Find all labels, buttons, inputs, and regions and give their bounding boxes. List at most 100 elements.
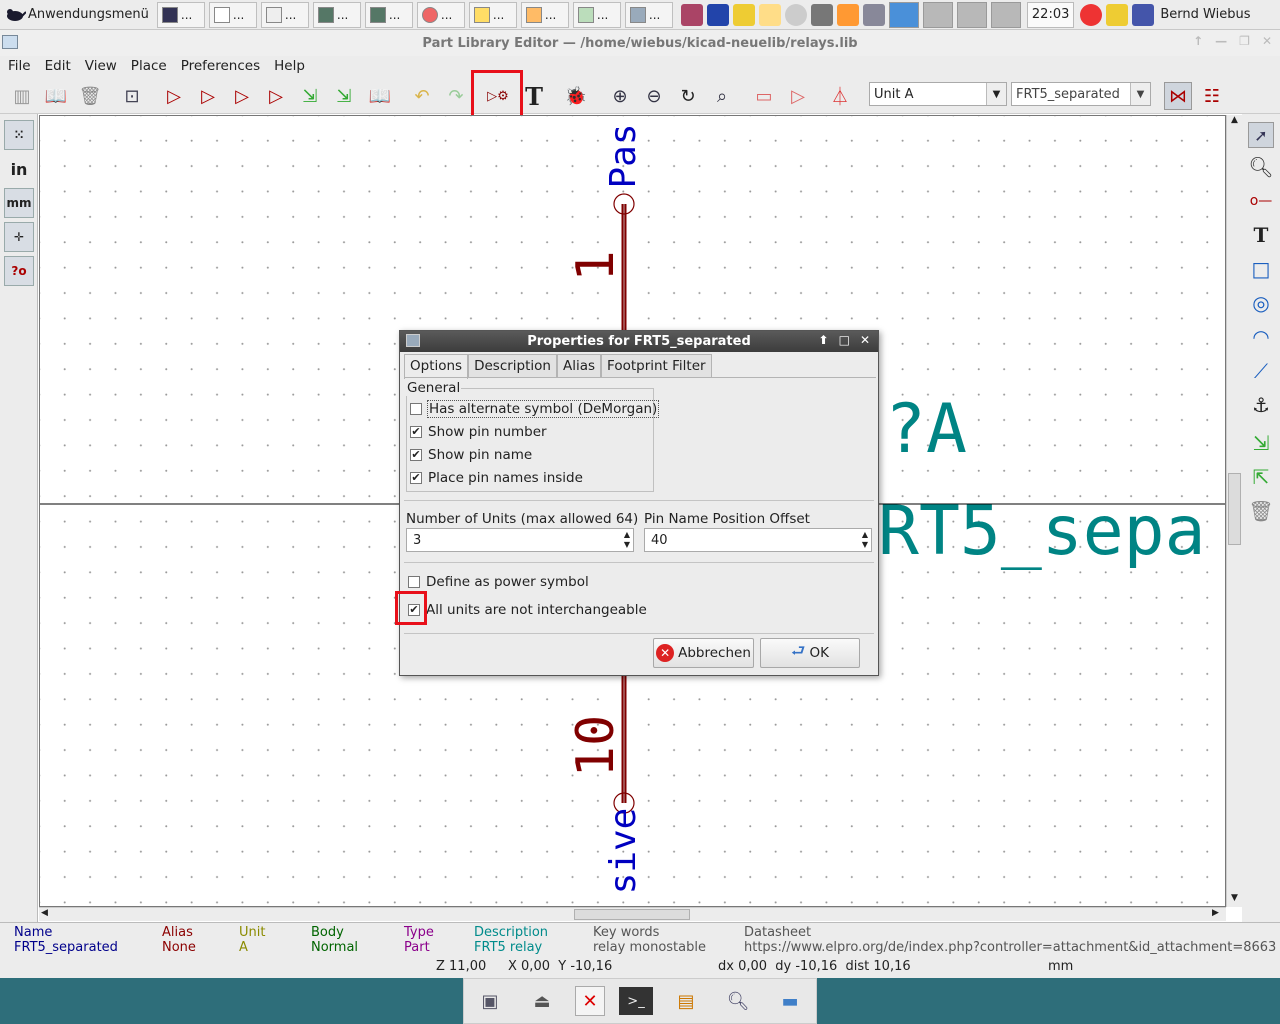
vertical-scrollbar[interactable]: ▲ ▼ (1226, 115, 1242, 907)
pin-names-inside-checkbox[interactable]: ✔ Place pin names inside (410, 470, 583, 486)
close-icon[interactable]: ✕ (1262, 34, 1272, 48)
spin-arrows-icon[interactable]: ▲ ▼ (862, 530, 868, 550)
create-library-icon[interactable]: ⇲ (330, 82, 358, 110)
zoom-out-icon[interactable]: ⊖ (640, 82, 668, 110)
pointer-icon[interactable] (706, 3, 729, 26)
power-symbol-checkbox[interactable]: Define as power symbol (408, 574, 589, 590)
units-not-interchangeable-checkbox[interactable]: ✔ All units are not interchangeable (408, 602, 647, 618)
alarm-clock-icon[interactable] (1080, 3, 1103, 26)
screenshot-icon[interactable] (862, 3, 885, 26)
taskbar-button[interactable]: ... (416, 1, 465, 28)
cancel-button[interactable]: ✕ Abbrechen (653, 638, 754, 668)
add-pin-icon[interactable]: o— (1248, 188, 1274, 214)
scroll-right-icon[interactable]: ▶ (1212, 908, 1224, 921)
search-icon[interactable]: 🔍︎ (719, 983, 757, 1019)
load-component-icon[interactable]: ▷ (194, 82, 222, 110)
show-pin-name-checkbox[interactable]: ✔ Show pin name (410, 447, 532, 463)
cursor-shape-icon[interactable]: ✛ (4, 222, 34, 252)
add-rectangle-icon[interactable]: □ (1248, 256, 1274, 282)
select-arrow-icon[interactable]: ➚ (1248, 122, 1274, 148)
import-drawing-icon[interactable]: ⇲ (1248, 430, 1274, 456)
show-desktop-icon[interactable]: ▣ (471, 983, 509, 1019)
deMorgan-convert-icon[interactable]: ▷ (784, 82, 812, 110)
restore-icon[interactable]: ❐ (1239, 34, 1250, 48)
import-component-icon[interactable]: ▷ (262, 82, 290, 110)
notes-icon[interactable] (732, 3, 755, 26)
show-pin-number-checkbox[interactable]: ✔ Show pin number (410, 424, 547, 440)
unit-select[interactable]: Unit A ▼ (869, 82, 1007, 106)
tab-footprint-filter[interactable]: Footprint Filter (601, 354, 712, 378)
zoom-fit-icon[interactable]: ⌕ (708, 82, 736, 110)
taskbar-button[interactable]: ... (520, 1, 569, 28)
dialog-close-icon[interactable]: ✕ (860, 333, 870, 347)
add-circle-icon[interactable]: ◎ (1248, 290, 1274, 316)
taskbar-button[interactable]: ... (260, 1, 309, 28)
zoom-selection-icon[interactable]: 🔍︎ (1248, 154, 1274, 180)
trash-icon[interactable]: 🗑 (76, 82, 104, 110)
dialog-titlebar[interactable]: Properties for FRT5_separated ⬆ □ ✕ (400, 331, 878, 352)
add-text-icon[interactable]: T (1248, 222, 1274, 248)
taskbar-button[interactable]: ... (208, 1, 257, 28)
dialog-up-icon[interactable]: ⬆ (819, 333, 829, 347)
deMorgan-normal-icon[interactable]: ▭ (750, 82, 778, 110)
edit-icon[interactable] (758, 3, 781, 26)
export-drawing-icon[interactable]: ⇱ (1248, 464, 1274, 490)
file-cabinet-icon[interactable]: ▤ (667, 983, 705, 1019)
workspace-3[interactable] (956, 1, 987, 28)
folder-icon[interactable]: ▬ (771, 983, 809, 1019)
checkbox-box[interactable]: ✔ (410, 426, 422, 438)
redo-icon[interactable]: ↷ (442, 82, 470, 110)
app-menu-button[interactable]: Anwendungsmenü (0, 0, 155, 30)
add-arc-icon[interactable]: ◠ (1248, 324, 1274, 350)
calculator-icon[interactable] (810, 3, 833, 26)
maximize-up-icon[interactable]: ↑ (1193, 34, 1203, 48)
terminal-icon[interactable]: >_ (619, 987, 653, 1015)
units-spinner[interactable]: 3 ▲ ▼ (406, 528, 634, 552)
book-icon[interactable]: 📖 (366, 82, 394, 110)
scroll-down-icon[interactable]: ▼ (1227, 893, 1242, 907)
drive-icon[interactable]: ⏏ (523, 983, 561, 1019)
horizontal-scroll-thumb[interactable] (574, 909, 690, 920)
tab-description[interactable]: Description (468, 354, 557, 378)
pdf-icon[interactable]: ⏃ (826, 82, 854, 110)
checkbox-box[interactable]: ✔ (410, 449, 422, 461)
minimize-icon[interactable]: — (1215, 34, 1227, 48)
checkbox-box[interactable]: ✔ (410, 472, 422, 484)
export-component-icon[interactable]: ⇲ (296, 82, 324, 110)
workspace-1[interactable] (888, 1, 919, 28)
signal-icon[interactable] (1132, 3, 1155, 26)
workspace-2[interactable] (922, 1, 953, 28)
offset-spinner[interactable]: 40 ▲ ▼ (644, 528, 872, 552)
checkbox-box[interactable] (408, 576, 420, 588)
add-polyline-icon[interactable]: ⟋ (1248, 358, 1274, 384)
show-pin-electrical-type-icon[interactable]: ?o (4, 256, 34, 286)
menu-edit[interactable]: Edit (45, 58, 71, 74)
scroll-left-icon[interactable]: ◀ (41, 908, 53, 921)
scroll-up-icon[interactable]: ▲ (1227, 115, 1242, 129)
show-pin-table-icon[interactable]: ⋈ (1164, 82, 1192, 110)
menu-place[interactable]: Place (131, 58, 167, 74)
text-icon[interactable]: T (520, 82, 548, 111)
tab-options[interactable]: Options (404, 354, 469, 379)
checkbox-box[interactable] (410, 403, 422, 415)
spin-arrows-icon[interactable]: ▲ ▼ (624, 530, 630, 550)
chart-icon[interactable] (836, 3, 859, 26)
bug-icon[interactable]: 🐞 (562, 82, 590, 110)
taskbar-button[interactable]: ... (468, 1, 517, 28)
dialog-maximize-icon[interactable]: □ (839, 333, 850, 347)
part-select[interactable]: FRT5_separated ▼ (1011, 82, 1151, 106)
anchor-icon[interactable]: ⚓ (1248, 392, 1274, 418)
workspace-4[interactable] (990, 1, 1021, 28)
taskbar-button[interactable]: ... (624, 1, 673, 28)
open-book-icon[interactable]: 📖 (42, 82, 70, 110)
select-library-icon[interactable]: ▥ (8, 82, 36, 110)
taskbar-button[interactable]: ... (312, 1, 361, 28)
library-browser-icon[interactable]: ⊡ (118, 82, 146, 110)
user-name[interactable]: Bernd Wiebus (1160, 7, 1250, 22)
network-icon[interactable] (784, 3, 807, 26)
redraw-icon[interactable]: ↻ (674, 82, 702, 110)
vertical-scroll-thumb[interactable] (1228, 473, 1241, 545)
taskbar-button[interactable]: ... (156, 1, 205, 28)
pencil-icon[interactable] (1106, 3, 1129, 26)
ok-button[interactable]: ⮐ OK (760, 638, 860, 668)
